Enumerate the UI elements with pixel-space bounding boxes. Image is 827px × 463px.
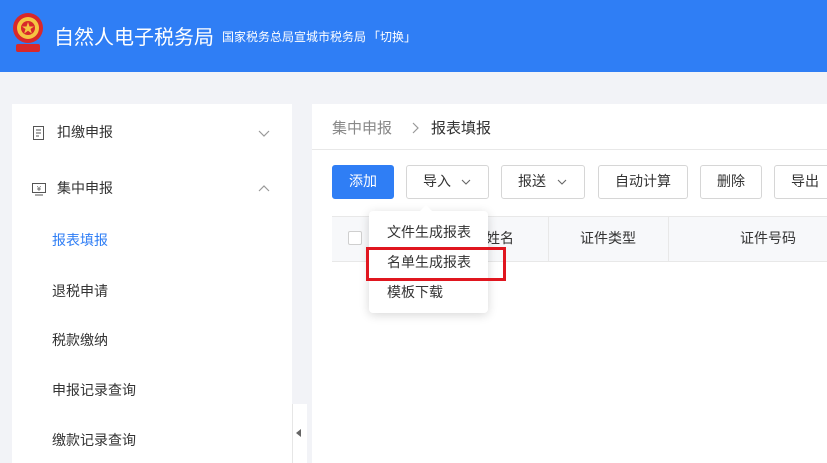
sidebar-item-refund-application[interactable]: 退税申请 <box>52 283 108 301</box>
export-button-label: 导出 <box>791 174 819 190</box>
auto-calculate-button-label: 自动计算 <box>615 174 671 190</box>
divider <box>312 149 827 150</box>
export-button[interactable]: 导出 <box>774 165 827 199</box>
sidebar-item-tax-payment[interactable]: 税款缴纳 <box>52 332 108 350</box>
sidebar-item-declaration-records[interactable]: 申报记录查询 <box>52 382 136 400</box>
breadcrumb-current: 报表填报 <box>431 119 492 137</box>
sidebar-item-payment-records[interactable]: 缴款记录查询 <box>52 432 136 450</box>
tax-emblem-icon <box>13 13 43 52</box>
sidebar-item-label: 集中申报 <box>57 181 113 197</box>
yuan-monitor-icon: ¥ <box>32 183 46 196</box>
sidebar-item-centralized-declaration[interactable]: ¥ 集中申报 <box>12 171 292 207</box>
caret-left-icon <box>296 429 301 437</box>
chevron-down-icon <box>461 179 471 185</box>
chevron-right-icon <box>412 122 419 134</box>
column-header-id-type[interactable]: 证件类型 <box>580 230 636 248</box>
top-header: 自然人电子税务局 国家税务总局宣城市税务局 「切换」 <box>0 0 827 72</box>
delete-button-label: 删除 <box>717 174 745 190</box>
tax-office-name: 国家税务总局宣城市税务局 <box>222 30 367 44</box>
submit-button-label: 报送 <box>518 174 546 190</box>
sidebar-item-label: 扣缴申报 <box>57 125 113 141</box>
app-title: 自然人电子税务局 <box>54 25 214 49</box>
highlight-annotation <box>366 247 506 281</box>
auto-calculate-button[interactable]: 自动计算 <box>598 165 688 199</box>
sidebar-item-withholding-declaration[interactable]: 扣缴申报 <box>12 115 292 151</box>
add-button[interactable]: 添加 <box>332 165 394 199</box>
chevron-down-icon <box>557 179 567 185</box>
select-all-checkbox[interactable] <box>348 231 362 245</box>
tax-office-label: 国家税务总局宣城市税务局 「切换」 <box>222 29 416 45</box>
add-button-label: 添加 <box>349 174 377 190</box>
import-button-label: 导入 <box>423 174 451 190</box>
delete-button[interactable]: 删除 <box>700 165 762 199</box>
column-header-id-number[interactable]: 证件号码 <box>740 230 796 248</box>
sidebar-item-report-filling[interactable]: 报表填报 <box>52 232 108 250</box>
column-header-name[interactable]: 姓名 <box>486 230 514 248</box>
submit-button[interactable]: 报送 <box>501 165 585 199</box>
menu-item-generate-from-file[interactable]: 文件生成报表 <box>387 224 471 242</box>
breadcrumb-parent[interactable]: 集中申报 <box>332 118 392 138</box>
column-divider <box>548 217 549 261</box>
sidebar-collapse-handle[interactable] <box>292 404 307 463</box>
document-icon <box>33 126 44 140</box>
column-divider <box>668 217 669 261</box>
sidebar: 扣缴申报 ¥ 集中申报 报表填报 退税申请 税款缴纳 申报记录查询 缴款记录查询 <box>12 104 292 463</box>
dropdown-arrow <box>420 205 432 211</box>
chevron-down-icon <box>258 130 270 137</box>
chevron-up-icon <box>258 185 270 192</box>
svg-text:¥: ¥ <box>37 185 42 193</box>
menu-item-template-download[interactable]: 模板下载 <box>387 284 443 302</box>
import-button[interactable]: 导入 <box>406 165 489 199</box>
switch-office-link[interactable]: 「切换」 <box>368 30 416 44</box>
